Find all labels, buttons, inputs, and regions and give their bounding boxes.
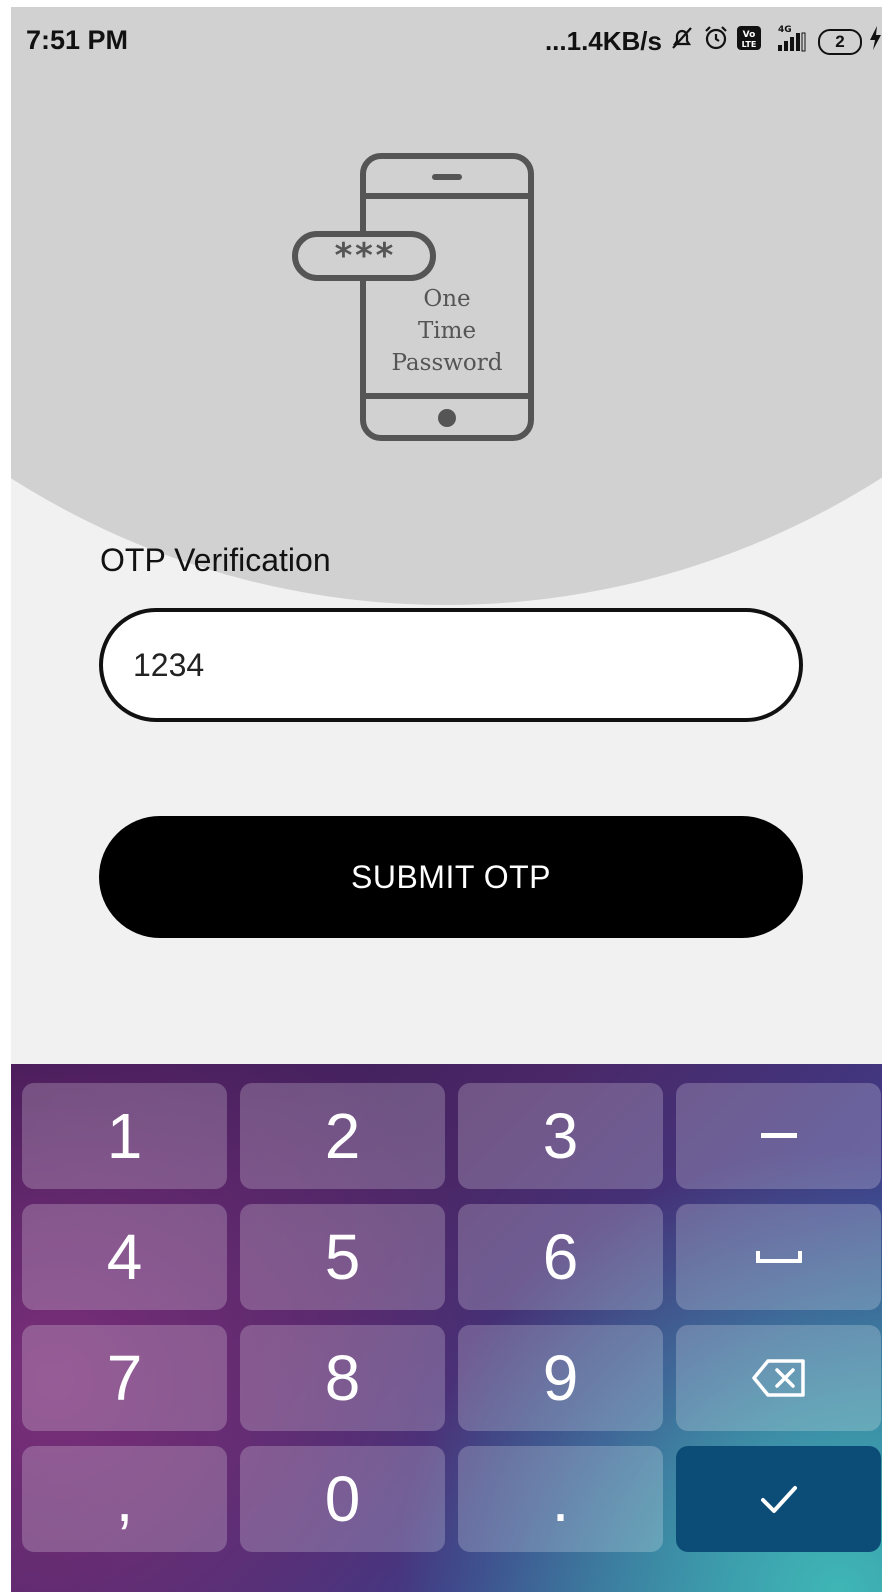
submit-otp-button[interactable]: SUBMIT OTP: [99, 816, 803, 938]
network-type-label: 4G: [778, 25, 792, 35]
volte-text-top: Vo: [743, 30, 756, 40]
key-0[interactable]: 0: [240, 1446, 445, 1552]
key-period[interactable]: .: [458, 1446, 663, 1552]
status-bar: 7:51 PM ...1.4KB/s Vo LTE 4G 2: [11, 7, 882, 73]
muted-bell-icon: [668, 24, 696, 59]
key-8[interactable]: 8: [240, 1325, 445, 1431]
app-screen: 7:51 PM ...1.4KB/s Vo LTE 4G 2 *** One T…: [11, 7, 882, 1592]
key-4[interactable]: 4: [22, 1204, 227, 1310]
key-6[interactable]: 6: [458, 1204, 663, 1310]
key-9[interactable]: 9: [458, 1325, 663, 1431]
numeric-keyboard: 1 2 3 4 5 6 7 8 9 , 0 .: [11, 1064, 882, 1592]
key-3[interactable]: 3: [458, 1083, 663, 1189]
checkmark-icon: [760, 1486, 797, 1513]
password-mask: ***: [333, 236, 394, 276]
key-comma[interactable]: ,: [22, 1446, 227, 1552]
otp-input[interactable]: [133, 612, 773, 718]
key-done[interactable]: [676, 1446, 881, 1552]
key-1[interactable]: 1: [22, 1083, 227, 1189]
backspace-icon: [751, 1359, 805, 1397]
otp-phone-illustration: *** One Time Password: [292, 153, 534, 441]
status-icons: ...1.4KB/s Vo LTE 4G 2: [545, 23, 882, 60]
otp-label: OTP Verification: [100, 542, 331, 578]
key-7[interactable]: 7: [22, 1325, 227, 1431]
volte-text-bottom: LTE: [742, 40, 757, 49]
key-backspace[interactable]: [676, 1325, 881, 1431]
volte-icon: Vo LTE: [736, 25, 762, 58]
key-2[interactable]: 2: [240, 1083, 445, 1189]
charging-icon: [868, 24, 882, 59]
caption-line-2: Time: [418, 318, 476, 344]
key-space[interactable]: [676, 1204, 881, 1310]
caption-line-1: One: [423, 286, 470, 312]
network-speed: ...1.4KB/s: [544, 26, 662, 56]
status-time: 7:51 PM: [26, 25, 129, 55]
key-5[interactable]: 5: [240, 1204, 445, 1310]
alarm-icon: [702, 24, 730, 59]
battery-icon: 2: [818, 28, 862, 55]
minus-icon: [760, 1133, 797, 1138]
key-minus[interactable]: [676, 1083, 881, 1189]
caption-line-3: Password: [391, 350, 502, 376]
space-icon: [755, 1251, 802, 1263]
otp-field[interactable]: [99, 608, 803, 722]
signal-icon: 4G: [768, 23, 808, 60]
